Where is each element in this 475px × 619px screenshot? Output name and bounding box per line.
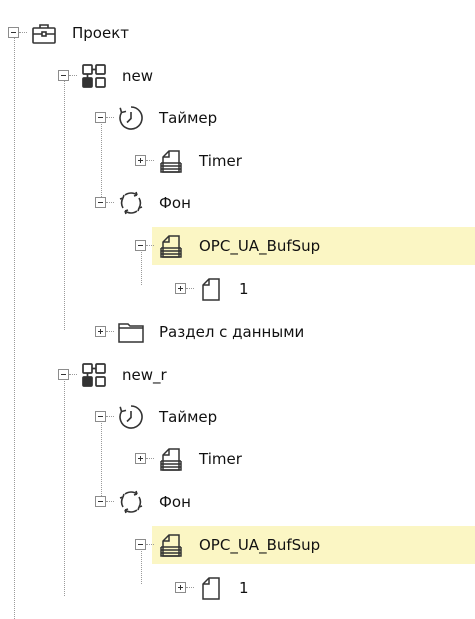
- tree-connector-line: [146, 544, 154, 545]
- program-blocks-icon: [80, 62, 108, 90]
- collapse-toggle-minus-icon[interactable]: [95, 496, 106, 507]
- tree-node[interactable]: Фон: [0, 486, 475, 518]
- tree-node[interactable]: 1: [0, 572, 475, 604]
- clock-timer-icon: [117, 403, 145, 431]
- tree-connector-line: [69, 75, 77, 76]
- tree-node[interactable]: Таймер: [0, 102, 475, 134]
- tree-node[interactable]: 1: [0, 273, 475, 305]
- tree-node-label: OPC_UA_BufSup: [199, 536, 321, 554]
- tree-connector-line: [146, 245, 154, 246]
- tree-node-label: new_r: [122, 366, 167, 384]
- tree-connector-line: [106, 202, 114, 203]
- tree-node-label: Timer: [199, 450, 242, 468]
- tree-connector-line: [106, 117, 114, 118]
- folder-icon: [117, 318, 145, 346]
- collapse-toggle-minus-icon[interactable]: [95, 112, 106, 123]
- tree-connector-line: [186, 288, 194, 289]
- tree-node-label: new: [122, 67, 154, 85]
- tree-node-label: Таймер: [159, 109, 218, 127]
- tree-node[interactable]: Проект: [0, 17, 475, 49]
- tree-node[interactable]: Timer: [0, 145, 475, 177]
- tree-node-label: 1: [239, 280, 249, 298]
- tree-node[interactable]: OPC_UA_BufSup: [0, 227, 475, 265]
- tree-node[interactable]: Раздел с данными: [0, 316, 475, 348]
- tree-connector-line: [106, 331, 114, 332]
- cycle-arrows-icon: [117, 488, 145, 516]
- tree-node[interactable]: OPC_UA_BufSup: [0, 526, 475, 564]
- clock-timer-icon: [117, 104, 145, 132]
- expand-toggle-plus-icon[interactable]: [95, 326, 106, 337]
- tree-connector-line: [186, 587, 194, 588]
- task-page-icon: [157, 147, 185, 175]
- task-page-icon: [157, 232, 185, 260]
- collapse-toggle-minus-icon[interactable]: [95, 411, 106, 422]
- task-page-icon: [157, 531, 185, 559]
- collapse-toggle-minus-icon[interactable]: [8, 27, 19, 38]
- tree-node[interactable]: Timer: [0, 443, 475, 475]
- collapse-toggle-minus-icon[interactable]: [58, 369, 69, 380]
- document-page-icon: [197, 574, 225, 602]
- tree-connector-line: [146, 458, 154, 459]
- cycle-arrows-icon: [117, 189, 145, 217]
- expand-toggle-plus-icon[interactable]: [175, 582, 186, 593]
- program-blocks-icon: [80, 361, 108, 389]
- tree-node-label: 1: [239, 579, 249, 597]
- tree-connector-line: [106, 501, 114, 502]
- tree-node[interactable]: new_r: [0, 359, 475, 391]
- collapse-toggle-minus-icon[interactable]: [135, 240, 146, 251]
- collapse-toggle-minus-icon[interactable]: [95, 197, 106, 208]
- collapse-toggle-minus-icon[interactable]: [58, 70, 69, 81]
- collapse-toggle-minus-icon[interactable]: [135, 539, 146, 550]
- tree-node-label: Проект: [72, 24, 130, 42]
- project-briefcase-icon: [30, 19, 58, 47]
- tree-node-label: Timer: [199, 152, 242, 170]
- tree-connector-line: [69, 374, 77, 375]
- expand-toggle-plus-icon[interactable]: [175, 283, 186, 294]
- tree-node-label: Таймер: [159, 408, 218, 426]
- expand-toggle-plus-icon[interactable]: [135, 155, 146, 166]
- tree-node-label: Фон: [159, 493, 191, 511]
- tree-node[interactable]: Таймер: [0, 401, 475, 433]
- tree-node[interactable]: new: [0, 60, 475, 92]
- tree-connector-line: [146, 160, 154, 161]
- project-tree: Проект new Таймер Timer Фон OPC_UA_BufSup 1 Раз…: [0, 0, 475, 619]
- task-page-icon: [157, 445, 185, 473]
- tree-node[interactable]: Фон: [0, 187, 475, 219]
- tree-connector-line: [106, 416, 114, 417]
- tree-node-label: Фон: [159, 194, 191, 212]
- tree-node-label: OPC_UA_BufSup: [199, 237, 321, 255]
- tree-node-label: Раздел с данными: [159, 323, 305, 341]
- tree-connector-line: [19, 32, 27, 33]
- document-page-icon: [197, 275, 225, 303]
- expand-toggle-plus-icon[interactable]: [135, 453, 146, 464]
